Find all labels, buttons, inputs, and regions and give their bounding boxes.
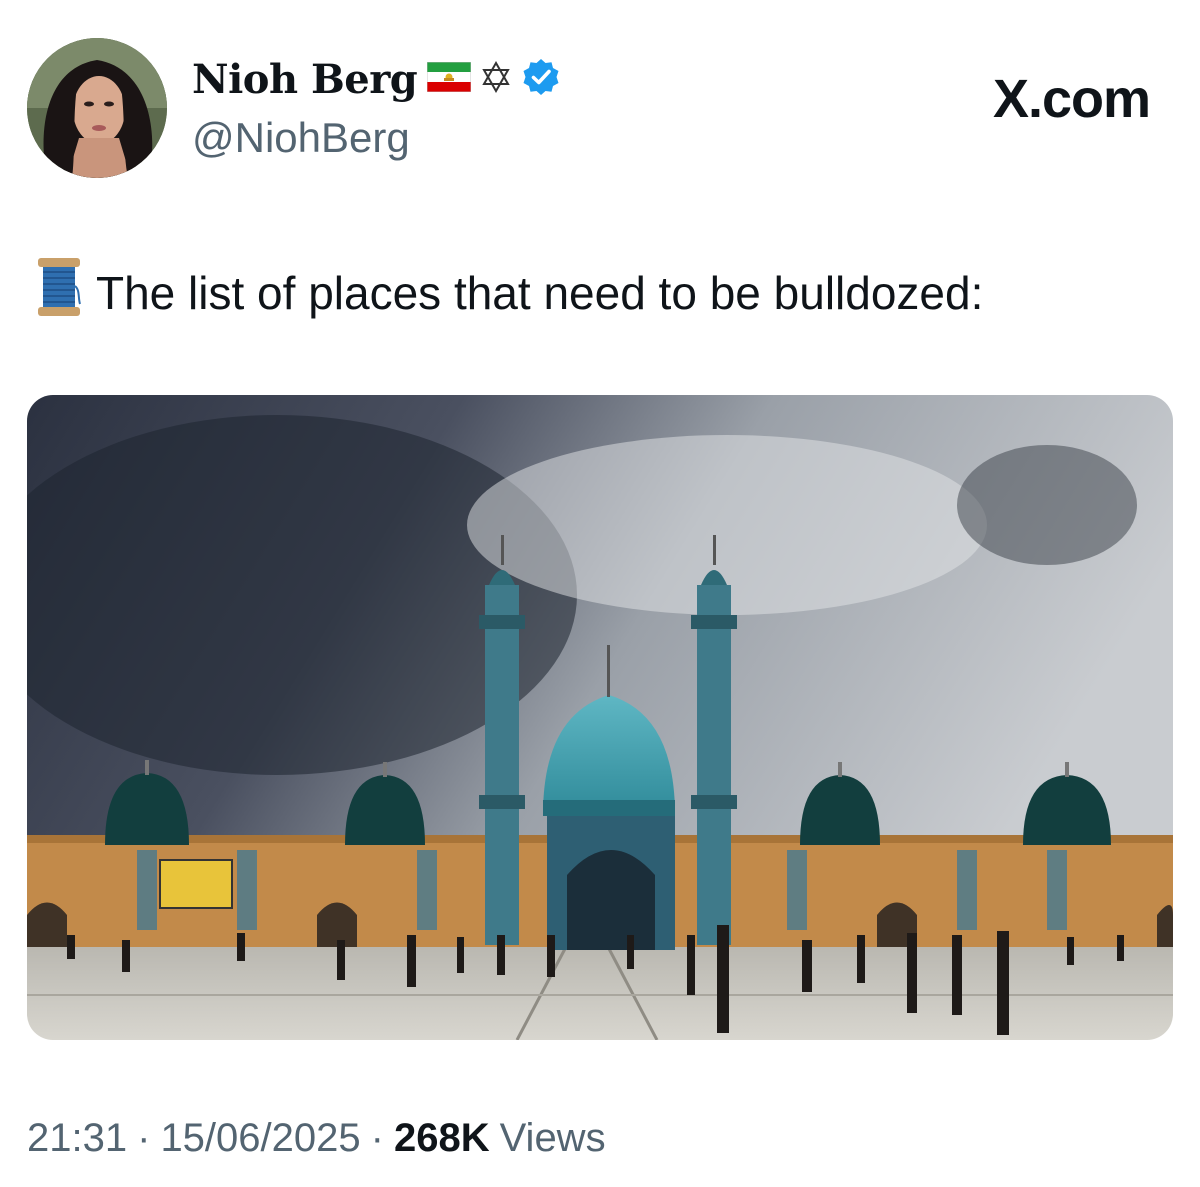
mosque-photo xyxy=(27,395,1173,1040)
tweet-time[interactable]: 21:31 xyxy=(27,1116,127,1161)
meta-separator: · xyxy=(370,1116,384,1160)
author-name-row: Nioh Berg xyxy=(192,52,561,106)
tweet-date[interactable]: 15/06/2025 xyxy=(160,1116,360,1161)
spool-of-thread-icon xyxy=(36,256,82,329)
avatar-image xyxy=(27,38,167,178)
verified-badge-icon xyxy=(521,57,561,102)
author-display-name[interactable]: Nioh Berg xyxy=(192,56,418,103)
star-of-david-icon xyxy=(481,60,511,98)
tweet-text: The list of places that need to be bulld… xyxy=(36,256,983,329)
tweet-body: The list of places that need to be bulld… xyxy=(96,266,984,319)
iran-lion-sun-flag-icon xyxy=(426,61,472,97)
views-count[interactable]: 268K xyxy=(394,1116,490,1161)
tweet-meta: 21:31 · 15/06/2025 · 268K Views xyxy=(27,1116,606,1161)
meta-separator: · xyxy=(137,1116,151,1160)
avatar[interactable] xyxy=(27,38,167,178)
author-handle[interactable]: @NiohBerg xyxy=(192,114,410,162)
tweet-media-photo[interactable] xyxy=(27,395,1173,1040)
site-logo: X.com xyxy=(992,69,1151,129)
views-label: Views xyxy=(499,1116,606,1160)
